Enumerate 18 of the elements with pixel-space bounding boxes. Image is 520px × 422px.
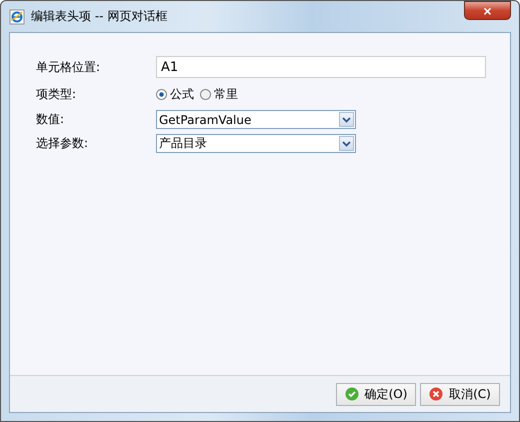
radio-option[interactable]: 常里: [200, 86, 238, 102]
field-label: 单元格位置:: [36, 58, 102, 76]
check-icon: [344, 387, 359, 401]
cancel-button[interactable]: 取消(C): [420, 382, 500, 406]
browser-icon: [9, 8, 25, 24]
field-label: 项类型:: [36, 86, 78, 102]
window-title: 编辑表头项 -- 网页对话框: [31, 8, 168, 25]
cancel-icon: [429, 387, 444, 401]
input-field[interactable]: A1: [156, 56, 486, 78]
radio-option[interactable]: 公式: [156, 86, 194, 102]
field-label: 数值:: [36, 111, 66, 128]
ok-button[interactable]: 确定(O): [336, 382, 416, 406]
dropdown-field[interactable]: 产品目录: [156, 134, 356, 153]
close-button[interactable]: ×: [464, 1, 511, 20]
field-label: 选择参数:: [36, 135, 90, 152]
dropdown-field[interactable]: GetParamValue: [156, 110, 356, 129]
dropdown-value: GetParamValue: [159, 112, 252, 126]
dropdown-value: 产品目录: [159, 135, 207, 152]
